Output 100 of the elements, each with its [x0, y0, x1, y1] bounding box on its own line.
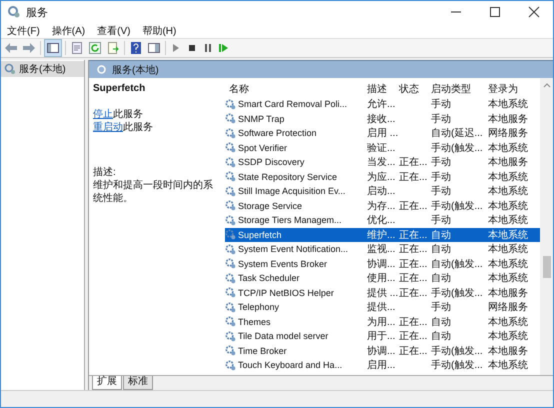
table-row[interactable]: Touch Keyboard and Ha... 启用... 手动(触发... 本地系统 [225, 358, 540, 372]
service-name-cell: SNMP Trap [238, 114, 284, 124]
table-cell-text: 手动 [431, 156, 452, 170]
menu-item[interactable]: 查看(V) [97, 24, 130, 38]
table-cell-text: 本地系统 [488, 330, 529, 344]
table-cell-text: 手动 [431, 214, 452, 228]
gear-icon [225, 244, 236, 255]
column-header[interactable]: 状态 [399, 82, 431, 96]
menu-item[interactable]: 操作(A) [52, 24, 86, 38]
table-row[interactable]: Task Scheduler 使用... 正在... 自动 本地系统 [225, 271, 540, 286]
service-name-cell: Smart Card Removal Poli... [238, 99, 348, 110]
service-name-cell: Storage Tiers Managem... [238, 215, 342, 226]
gear-icon [225, 330, 236, 342]
service-name-cell: TCP/IP NetBIOS Helper [238, 288, 334, 298]
menu-item[interactable]: 文件(F) [7, 24, 40, 38]
table-cell-text: 手动 [431, 300, 452, 314]
service-name-cell: Spot Verifier [238, 142, 288, 153]
table-cell-text: 启用... [367, 358, 396, 372]
service-action-link[interactable]: 重启动 [93, 122, 123, 133]
table-row[interactable]: Storage Tiers Managem... 优化... 手动 本地系统 [225, 213, 540, 228]
resume-icon[interactable] [218, 41, 230, 55]
table-row[interactable]: System Event Notification... 监视... 正在... 自动 本地系统 [225, 242, 540, 256]
table-row[interactable]: Time Broker 协调... 正在... 手动(触发... 本地服务 [225, 344, 540, 358]
table-cell-text: 自动 [431, 272, 452, 286]
table-cell-text: 启动... [367, 184, 396, 198]
service-name-cell: Task Scheduler [238, 273, 300, 284]
description-text: 维护和提高一段时间内的系统性能。 [93, 179, 214, 205]
gear-icon [225, 316, 236, 328]
console-tree-icon[interactable] [45, 40, 61, 56]
table-cell-text: 启用 ... [367, 126, 399, 140]
table-cell-text: 网络服务 [488, 127, 529, 140]
table-row[interactable]: Smart Card Removal Poli... 允许... 手动 本地系统 [225, 97, 540, 112]
table-row[interactable]: State Repository Service 为应... 正在... 手动 本地系统 [225, 170, 540, 184]
table-row[interactable]: Telephony 提供... 手动 网络服务 [225, 300, 540, 314]
table-row[interactable]: Software Protection 启用 ... 自动(延迟... 网络服务 [225, 126, 540, 140]
gear-icon [225, 113, 236, 124]
view-pane-icon[interactable] [147, 41, 161, 55]
description-label: 描述: [93, 166, 117, 179]
gear-icon [225, 302, 236, 313]
service-name-cell: Tile Data model server [238, 331, 328, 342]
table-cell-text: 本地系统 [488, 184, 529, 198]
table-cell-text: 正在... [399, 243, 428, 256]
pause-icon[interactable] [202, 41, 214, 55]
table-cell-text: 监视... [367, 242, 396, 256]
table-cell-text: 本地系统 [488, 98, 529, 112]
table-cell-text: 协调... [367, 344, 396, 358]
table-row[interactable]: TCP/IP NetBIOS Helper 提供 ...正在... 手动(触发... 本地服务 [225, 286, 540, 300]
forward-arrow-icon[interactable] [22, 41, 36, 55]
service-name-cell: Software Protection [238, 128, 317, 138]
service-name-cell: State Repository Service [238, 172, 338, 182]
back-arrow-icon[interactable] [4, 41, 18, 55]
table-row[interactable]: Tile Data model server 用于... 正在... 自动 本地系统 [225, 329, 540, 344]
table-cell-text: 正在... [399, 258, 428, 271]
gear-icon [225, 287, 236, 298]
service-name: Superfetch [93, 83, 146, 94]
column-header[interactable]: 启动类型 [431, 82, 488, 96]
view-tab[interactable]: 扩展 [92, 376, 122, 390]
scroll-thumb[interactable] [542, 256, 550, 278]
table-row[interactable]: Storage Service 为存... 正在... 手动(触发... 本地系统 [225, 198, 540, 213]
table-row[interactable]: Superfetch 维护... 正在... 自动 本地系统 [225, 228, 540, 242]
service-name-cell: Superfetch [238, 230, 282, 240]
table-row[interactable]: System Events Broker 协调... 正在... 自动(触发... 本地系统 [225, 256, 540, 271]
table-cell-text: 为用... [367, 316, 396, 329]
refresh-icon[interactable] [88, 41, 102, 55]
table-cell-text: 允许... [367, 98, 396, 112]
service-name-cell: System Events Broker [238, 258, 328, 269]
column-header[interactable]: 名称 [225, 82, 367, 96]
gear-icon [225, 142, 236, 154]
table-cell-text: 本地服务 [488, 112, 529, 126]
table-cell-text: 手动(触发... [431, 142, 484, 155]
panel-header: 服务(本地) [89, 60, 553, 78]
menu-item[interactable]: 帮助(H) [142, 24, 176, 38]
table-row[interactable]: Themes 为用... 正在... 自动 本地系统 [225, 314, 540, 329]
table-cell-text: 自动 [431, 243, 452, 256]
table-cell-text: 本地系统 [488, 200, 529, 213]
view-tab[interactable]: 标准 [123, 376, 153, 390]
table-cell-text: 自动 [431, 330, 452, 344]
table-cell-text: 当发... [367, 156, 396, 170]
scrollbar[interactable] [540, 78, 553, 375]
gear-icon [225, 128, 236, 139]
table-cell-text: 手动 [431, 98, 452, 112]
table-cell-text: 手动(触发... [431, 286, 484, 300]
gear-icon [225, 98, 236, 110]
table-cell-text: 提供 ... [367, 286, 399, 300]
table-cell-text: 手动 [431, 170, 452, 184]
table-row[interactable]: SNMP Trap 接收... 手动 本地服务 [225, 112, 540, 126]
help-icon[interactable] [129, 41, 143, 55]
column-header[interactable]: 登录为 [488, 82, 530, 96]
table-cell-text: 网络服务 [488, 301, 529, 314]
properties-icon[interactable] [70, 41, 84, 55]
gear-icon [225, 229, 236, 240]
service-action-link[interactable]: 停止 [93, 109, 113, 120]
table-row[interactable]: Spot Verifier 验证... 手动(触发... 本地系统 [225, 140, 540, 155]
tree-item[interactable]: 服务(本地) [1, 61, 84, 77]
table-cell-text: 正在... [399, 170, 428, 184]
table-cell-text: 本地系统 [488, 258, 529, 271]
column-header[interactable]: 描述 [367, 82, 399, 96]
table-row[interactable]: SSDP Discovery 当发... 正在... 手动 本地服务 [225, 155, 540, 170]
table-row[interactable]: Still Image Acquisition Ev... 启动... 手动 本地系统 [225, 184, 540, 198]
export-icon[interactable] [106, 41, 120, 55]
